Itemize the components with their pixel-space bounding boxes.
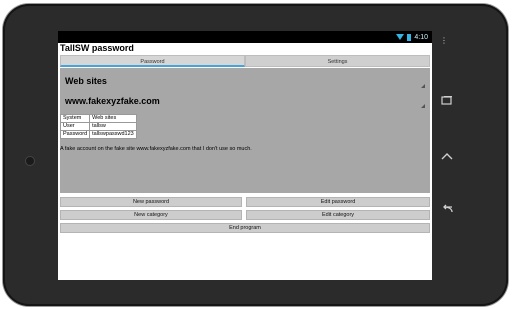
new-password-button[interactable]: New password — [60, 197, 242, 207]
status-bar: 4:10 — [58, 31, 432, 43]
recent-apps-icon[interactable] — [432, 91, 462, 111]
camera-icon — [25, 156, 35, 166]
category-value: Web sites — [65, 76, 107, 86]
description-text: A fake account on the fake site www.fake… — [60, 146, 252, 152]
edit-password-button[interactable]: Edit password — [246, 197, 430, 207]
edit-category-button[interactable]: Edit category — [246, 210, 430, 220]
details-table: System Web sites User tallsw Password ta… — [59, 114, 138, 139]
tab-settings[interactable]: Settings — [245, 55, 430, 67]
screen: 4:10 TallSW password Password Settings W… — [58, 31, 432, 280]
main-panel: Web sites www.fakexyzfake.com System Web… — [59, 68, 430, 193]
status-icons: 4:10 — [396, 31, 428, 43]
battery-icon — [407, 33, 412, 41]
category-spinner[interactable]: Web sites — [65, 76, 425, 90]
row-key: Password — [59, 130, 91, 139]
status-time: 4:10 — [414, 33, 428, 41]
title-bar: TallSW password — [58, 43, 432, 54]
table-row: System Web sites — [59, 114, 138, 123]
table-row: Password tallswpasswd123 — [59, 130, 138, 139]
system-nav-bar — [432, 31, 462, 280]
tab-password[interactable]: Password — [60, 55, 245, 67]
spinner-arrow-icon — [421, 84, 425, 88]
page-title: TallSW password — [60, 43, 134, 53]
row-key: System — [59, 114, 91, 123]
back-icon[interactable] — [432, 199, 462, 219]
new-category-button[interactable]: New category — [60, 210, 242, 220]
wifi-icon — [396, 34, 405, 40]
end-program-button[interactable]: End program — [60, 223, 430, 233]
entry-value: www.fakexyzfake.com — [65, 96, 160, 106]
row-value: Web sites — [89, 114, 138, 123]
spinner-arrow-icon — [421, 104, 425, 108]
row-key: User — [59, 122, 91, 131]
row-value: tallswpasswd123 — [89, 130, 138, 139]
tab-bar: Password Settings — [60, 55, 430, 67]
table-row: User tallsw — [59, 122, 138, 131]
home-icon[interactable] — [432, 146, 462, 166]
entry-spinner[interactable]: www.fakexyzfake.com — [65, 96, 425, 110]
row-value: tallsw — [89, 122, 138, 131]
